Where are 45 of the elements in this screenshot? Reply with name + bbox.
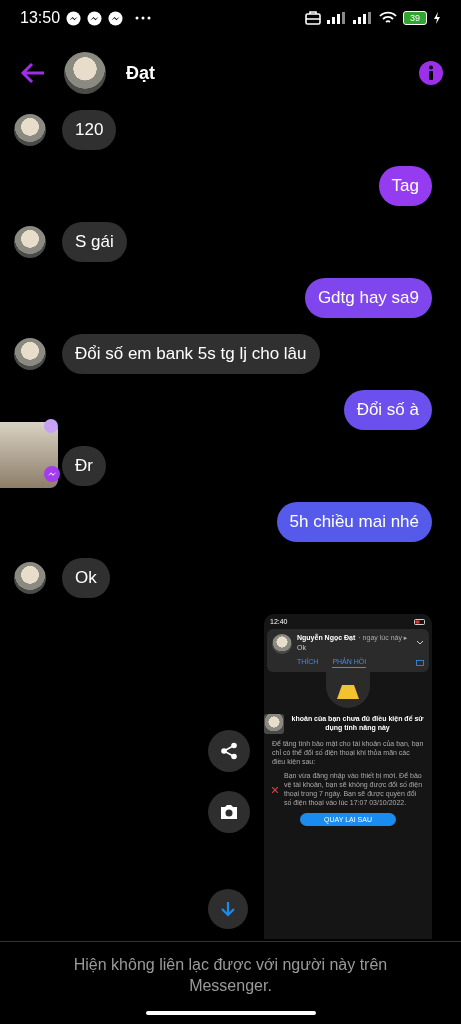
received-message: 120 [62, 110, 117, 150]
sent-message: Gdtg hay sa9 [304, 278, 432, 318]
more-icon [135, 16, 152, 20]
messenger-icon [108, 10, 124, 26]
sender-avatar [14, 338, 46, 370]
info-icon[interactable] [419, 61, 443, 85]
unavailable-notice: Hiện không liên lạc được với người này trên Messenger. [72, 955, 389, 996]
warning-icon [337, 685, 359, 699]
contact-name: Đạt [126, 62, 156, 84]
sender-avatar [14, 114, 46, 146]
received-message: Đr [62, 446, 106, 486]
notification-dot [44, 419, 58, 433]
screenshot-image[interactable] [264, 614, 432, 939]
signal-icon [327, 12, 347, 24]
arrow-down-icon [221, 901, 235, 917]
sent-message: Tag [378, 166, 432, 206]
received-message: Ok [62, 558, 110, 598]
sender-avatar [272, 634, 292, 654]
sent-message: 5h chiều mai nhé [276, 502, 432, 542]
camera-button[interactable] [208, 791, 250, 833]
messenger-badge-icon [44, 466, 60, 482]
sender-avatar [14, 562, 46, 594]
share-icon [220, 742, 238, 760]
sent-message: Đổi số à [343, 390, 432, 430]
chat-head[interactable] [0, 422, 58, 488]
cross-icon [272, 786, 278, 793]
scroll-down-button[interactable] [208, 889, 248, 929]
wifi-icon [379, 11, 397, 25]
account-avatar [264, 714, 284, 734]
battery-icon [414, 618, 426, 625]
contact-avatar[interactable] [64, 52, 106, 94]
status-time: 13:50 [20, 9, 61, 27]
messenger-icon [87, 10, 103, 26]
sender-avatar [14, 226, 46, 258]
received-message: S gái [62, 222, 127, 262]
signal-icon [353, 12, 373, 24]
messenger-icon [66, 10, 82, 26]
chevron-down-icon[interactable] [416, 640, 424, 645]
back-button[interactable] [20, 62, 46, 84]
received-message: Đổi số em bank 5s tg lj cho lâu [62, 334, 320, 374]
camera-icon [219, 804, 239, 820]
charging-icon [433, 12, 441, 24]
share-button[interactable] [208, 730, 250, 772]
briefcase-icon [305, 11, 321, 25]
battery-level: 39 [403, 11, 427, 25]
